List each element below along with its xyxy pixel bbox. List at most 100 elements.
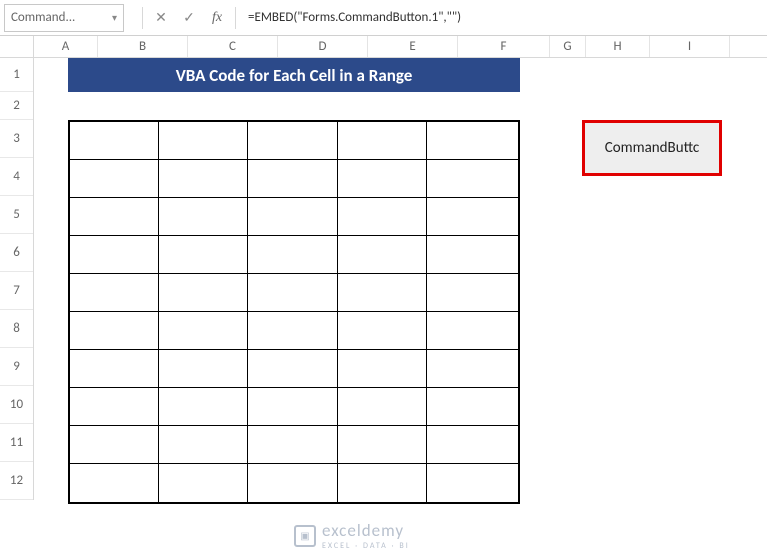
table-cell[interactable] — [159, 236, 248, 274]
column-header-I[interactable]: I — [650, 36, 730, 57]
table-cell[interactable] — [338, 198, 427, 236]
formula-input[interactable] — [240, 4, 767, 32]
table-cell[interactable] — [159, 198, 248, 236]
table-cell[interactable] — [427, 388, 518, 426]
table-cell[interactable] — [248, 274, 337, 312]
table-cell[interactable] — [70, 464, 159, 502]
table-cell[interactable] — [427, 236, 518, 274]
table-cell[interactable] — [248, 236, 337, 274]
table-cell[interactable] — [338, 350, 427, 388]
table-cell[interactable] — [248, 464, 337, 502]
logo-icon: ▣ — [294, 525, 316, 547]
column-header-B[interactable]: B — [98, 36, 188, 57]
table-cell[interactable] — [427, 198, 518, 236]
row-header-6[interactable]: 6 — [0, 234, 33, 272]
table-cell[interactable] — [248, 312, 337, 350]
table-cell[interactable] — [70, 350, 159, 388]
table-row — [70, 426, 518, 464]
table-cell[interactable] — [427, 426, 518, 464]
row-header-2[interactable]: 2 — [0, 92, 33, 120]
watermark: ▣ exceldemy EXCEL · DATA · BI — [294, 520, 410, 551]
table-cell[interactable] — [70, 426, 159, 464]
table-cell[interactable] — [159, 426, 248, 464]
column-header-G[interactable]: G — [550, 36, 586, 57]
page-title: VBA Code for Each Cell in a Range — [68, 58, 520, 92]
divider — [142, 7, 143, 29]
row-header-10[interactable]: 10 — [0, 386, 33, 424]
row-header-3[interactable]: 3 — [0, 120, 33, 158]
select-all-corner[interactable] — [0, 36, 34, 57]
data-table[interactable] — [68, 120, 520, 504]
table-cell[interactable] — [159, 388, 248, 426]
table-row — [70, 274, 518, 312]
table-cell[interactable] — [427, 464, 518, 502]
command-button-label: CommandButtc — [605, 139, 700, 157]
table-cell[interactable] — [70, 160, 159, 198]
table-cell[interactable] — [427, 350, 518, 388]
row-headers: 123456789101112 — [0, 58, 34, 500]
table-cell[interactable] — [70, 388, 159, 426]
table-cell[interactable] — [159, 464, 248, 502]
confirm-icon[interactable]: ✓ — [175, 4, 203, 32]
table-cell[interactable] — [159, 312, 248, 350]
column-header-E[interactable]: E — [368, 36, 458, 57]
column-header-A[interactable]: A — [34, 36, 98, 57]
table-cell[interactable] — [248, 388, 337, 426]
cancel-icon[interactable]: ✕ — [147, 4, 175, 32]
table-cell[interactable] — [70, 274, 159, 312]
watermark-main: exceldemy — [322, 520, 410, 541]
title-text: VBA Code for Each Cell in a Range — [176, 65, 413, 86]
table-cell[interactable] — [427, 122, 518, 160]
table-cell[interactable] — [427, 312, 518, 350]
table-cell[interactable] — [338, 312, 427, 350]
table-row — [70, 236, 518, 274]
name-box-value: Command... — [11, 10, 75, 25]
table-cell[interactable] — [70, 312, 159, 350]
table-cell[interactable] — [338, 388, 427, 426]
row-header-5[interactable]: 5 — [0, 196, 33, 234]
row-header-4[interactable]: 4 — [0, 158, 33, 196]
grid-area: 123456789101112 VBA Code for Each Cell i… — [0, 58, 767, 500]
table-row — [70, 122, 518, 160]
column-headers: ABCDEFGHI — [0, 36, 767, 58]
column-header-F[interactable]: F — [458, 36, 550, 57]
table-cell[interactable] — [159, 122, 248, 160]
table-cell[interactable] — [159, 274, 248, 312]
formula-bar: Command... ▾ ✕ ✓ fx — [0, 0, 767, 36]
fx-icon[interactable]: fx — [203, 10, 231, 26]
column-header-H[interactable]: H — [586, 36, 650, 57]
table-cell[interactable] — [338, 464, 427, 502]
row-header-11[interactable]: 11 — [0, 424, 33, 462]
table-cell[interactable] — [338, 426, 427, 464]
command-button[interactable]: CommandButtc — [582, 120, 722, 176]
table-row — [70, 388, 518, 426]
row-header-12[interactable]: 12 — [0, 462, 33, 500]
table-cell[interactable] — [338, 236, 427, 274]
cells[interactable]: VBA Code for Each Cell in a Range Comman… — [34, 58, 767, 500]
table-cell[interactable] — [248, 160, 337, 198]
row-header-1[interactable]: 1 — [0, 58, 33, 92]
table-cell[interactable] — [338, 274, 427, 312]
column-header-D[interactable]: D — [278, 36, 368, 57]
table-cell[interactable] — [427, 274, 518, 312]
table-cell[interactable] — [159, 350, 248, 388]
table-cell[interactable] — [248, 198, 337, 236]
row-header-8[interactable]: 8 — [0, 310, 33, 348]
table-cell[interactable] — [338, 160, 427, 198]
table-cell[interactable] — [70, 198, 159, 236]
table-cell[interactable] — [70, 236, 159, 274]
table-row — [70, 312, 518, 350]
chevron-down-icon: ▾ — [112, 11, 117, 24]
table-cell[interactable] — [248, 350, 337, 388]
row-header-7[interactable]: 7 — [0, 272, 33, 310]
table-cell[interactable] — [248, 426, 337, 464]
table-cell[interactable] — [248, 122, 337, 160]
table-cell[interactable] — [70, 122, 159, 160]
table-cell[interactable] — [159, 160, 248, 198]
table-row — [70, 350, 518, 388]
row-header-9[interactable]: 9 — [0, 348, 33, 386]
column-header-C[interactable]: C — [188, 36, 278, 57]
table-cell[interactable] — [338, 122, 427, 160]
table-cell[interactable] — [427, 160, 518, 198]
name-box[interactable]: Command... ▾ — [4, 4, 124, 32]
